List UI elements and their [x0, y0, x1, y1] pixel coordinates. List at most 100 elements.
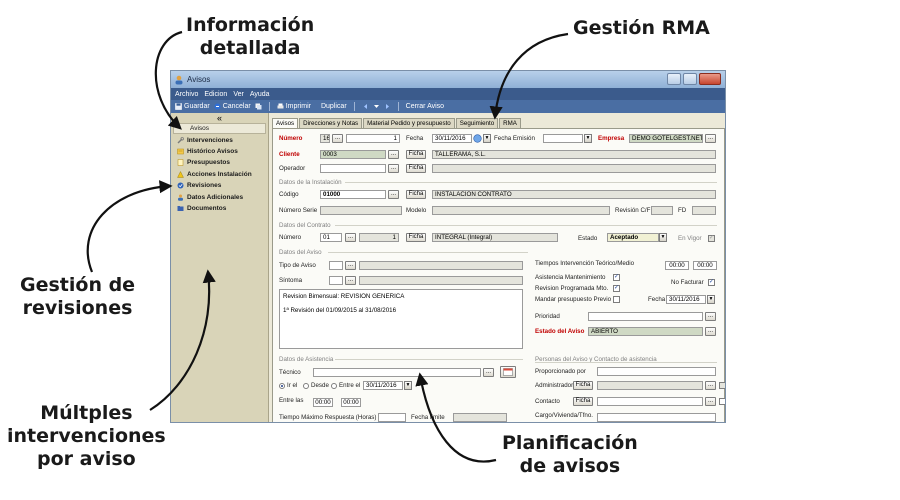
contacto-lookup-button[interactable]: ...: [705, 397, 716, 406]
codigo-lookup-button[interactable]: ...: [388, 190, 399, 199]
sidebar-item-presupuestos[interactable]: Presupuestos: [171, 157, 268, 168]
cancelar-button[interactable]: Cancelar: [214, 103, 251, 110]
cancelar-label: Cancelar: [222, 103, 251, 110]
prioridad-lookup-button[interactable]: ...: [705, 312, 716, 321]
tiempo-teorico-field[interactable]: 00:00: [665, 261, 689, 270]
radio-desde[interactable]: [303, 383, 309, 389]
toolbar: Guardar Cancelar Imprimir Duplicar Cerra…: [171, 100, 725, 113]
fecha-emision-dropdown-button[interactable]: ▼: [584, 134, 592, 143]
tecnico-lookup-button[interactable]: ...: [483, 368, 494, 377]
menu-archivo[interactable]: Archivo: [175, 91, 198, 98]
sidebar-item-acciones-instalacion[interactable]: Acciones Instalación: [171, 169, 268, 180]
cliente-ficha-button[interactable]: Ficha: [406, 150, 426, 159]
en-vigor-checkbox[interactable]: ✓: [708, 235, 715, 242]
hora-fin-field[interactable]: 00:00: [341, 398, 361, 407]
cargo-label: Cargo/Vivienda/Tfno.: [535, 412, 594, 419]
imprimir-button[interactable]: Imprimir: [277, 103, 311, 110]
sidebar-item-avisos[interactable]: Avisos: [173, 123, 266, 135]
entre-las-label: Entre las: [279, 397, 304, 404]
aviso-notes-textarea[interactable]: Revision Bimensual: REVISION GENERICA 1ª…: [279, 289, 523, 349]
sidebar-item-datos-adicionales[interactable]: Datos Adicionales: [171, 191, 268, 202]
mandar-presupuesto-checkbox[interactable]: [613, 296, 620, 303]
radio-entre-el[interactable]: [331, 383, 337, 389]
callout-line: revisiones: [22, 297, 133, 319]
prioridad-field[interactable]: [588, 312, 703, 321]
contrato-tipo-field: INTEGRAL (Integral): [432, 233, 558, 242]
contacto-ficha-button[interactable]: Ficha: [573, 397, 593, 406]
operador-ficha-button[interactable]: Ficha: [406, 164, 426, 173]
collapse-sidebar-button[interactable]: «: [171, 113, 268, 123]
sidebar-item-intervenciones[interactable]: Intervenciones: [171, 134, 268, 145]
contacto-field[interactable]: [597, 397, 703, 406]
operador-lookup-button[interactable]: ...: [388, 164, 399, 173]
numero-serie-field[interactable]: 16: [320, 134, 330, 143]
nav-first-icon[interactable]: [362, 103, 369, 110]
cerrar-aviso-button[interactable]: Cerrar Aviso: [406, 103, 444, 110]
contrato-numero-field[interactable]: 1: [359, 233, 399, 242]
estado-aviso-field[interactable]: ABIERTO: [588, 327, 703, 336]
duplicar-button[interactable]: Duplicar: [321, 103, 347, 110]
sintoma-field[interactable]: [329, 276, 343, 285]
estado-aviso-lookup-button[interactable]: ...: [705, 327, 716, 336]
estado-select[interactable]: Aceptado: [607, 233, 659, 242]
codigo-field[interactable]: 01000: [320, 190, 386, 199]
cargo-field[interactable]: [597, 413, 716, 422]
tiempo-maximo-field[interactable]: [378, 413, 406, 422]
sidebar-item-historico-avisos[interactable]: Histórico Avisos: [171, 146, 268, 157]
tipo-aviso-name-field: [359, 261, 523, 270]
hora-inicio-field[interactable]: 00:00: [313, 398, 333, 407]
numero-field[interactable]: 1: [346, 134, 400, 143]
administrador-ficha-button[interactable]: Ficha: [573, 381, 593, 390]
menu-ver[interactable]: Ver: [233, 91, 244, 98]
close-button[interactable]: [699, 73, 721, 85]
contacto-checkbox[interactable]: [719, 398, 725, 405]
guardar-label: Guardar: [184, 103, 210, 110]
empresa-field[interactable]: DEMO GOTELGEST.NET: [629, 134, 703, 143]
calendar-icon[interactable]: [473, 134, 482, 143]
instalacion-ficha-button[interactable]: Ficha: [406, 190, 426, 199]
administrador-checkbox[interactable]: [719, 382, 725, 389]
sintoma-lookup-button[interactable]: ...: [345, 276, 356, 285]
agenda-button[interactable]: [500, 366, 516, 378]
contrato-serie-field[interactable]: 01: [320, 233, 342, 242]
cliente-code-field[interactable]: 0003: [320, 150, 386, 159]
menu-ayuda[interactable]: Ayuda: [250, 91, 270, 98]
fecha-presupuesto-field[interactable]: 30/11/2016: [666, 295, 706, 304]
fecha-emision-field[interactable]: [543, 134, 583, 143]
contrato-serie-lookup-button[interactable]: ...: [345, 233, 356, 242]
radio-ir-el[interactable]: [279, 383, 285, 389]
estado-dropdown-button[interactable]: ▼: [659, 233, 667, 242]
asistencia-fecha-dropdown-button[interactable]: ▼: [404, 381, 412, 390]
administrador-field: [597, 381, 703, 390]
minimize-button[interactable]: [667, 73, 681, 85]
revision-programada-checkbox[interactable]: ✓: [613, 285, 620, 292]
sidebar-item-revisiones[interactable]: Revisiones: [171, 180, 268, 191]
proporcionado-field[interactable]: [597, 367, 716, 376]
title-bar: Avisos: [171, 71, 725, 88]
tipo-aviso-field[interactable]: [329, 261, 343, 270]
fecha-presupuesto-dropdown-button[interactable]: ▼: [707, 295, 715, 304]
tiempo-medio-field[interactable]: 00:00: [693, 261, 717, 270]
contrato-ficha-button[interactable]: Ficha: [406, 233, 426, 242]
numero-serie-lookup-button[interactable]: ...: [332, 134, 343, 143]
history-icon: [177, 148, 184, 155]
tecnico-field[interactable]: [313, 368, 481, 377]
menu-edicion[interactable]: Edicion: [204, 91, 227, 98]
sidebar-item-label: Documentos: [187, 204, 227, 212]
operador-field[interactable]: [320, 164, 386, 173]
empresa-lookup-button[interactable]: ...: [705, 134, 716, 143]
tipo-aviso-lookup-button[interactable]: ...: [345, 261, 356, 270]
administrador-lookup-button[interactable]: ...: [705, 381, 716, 390]
asistencia-checkbox[interactable]: ✓: [613, 274, 620, 281]
copy-icon[interactable]: [255, 103, 262, 110]
nav-dropdown-icon[interactable]: [373, 103, 380, 110]
maximize-button[interactable]: [683, 73, 697, 85]
fecha-dropdown-button[interactable]: ▼: [483, 134, 491, 143]
guardar-button[interactable]: Guardar: [175, 103, 210, 110]
asistencia-fecha-field[interactable]: 30/11/2016: [363, 381, 403, 390]
no-facturar-checkbox[interactable]: ✓: [708, 279, 715, 286]
fecha-field[interactable]: 30/11/2016: [432, 134, 472, 143]
cliente-lookup-button[interactable]: ...: [388, 150, 399, 159]
nav-next-icon[interactable]: [384, 103, 391, 110]
sidebar-item-documentos[interactable]: Documentos: [171, 203, 268, 214]
